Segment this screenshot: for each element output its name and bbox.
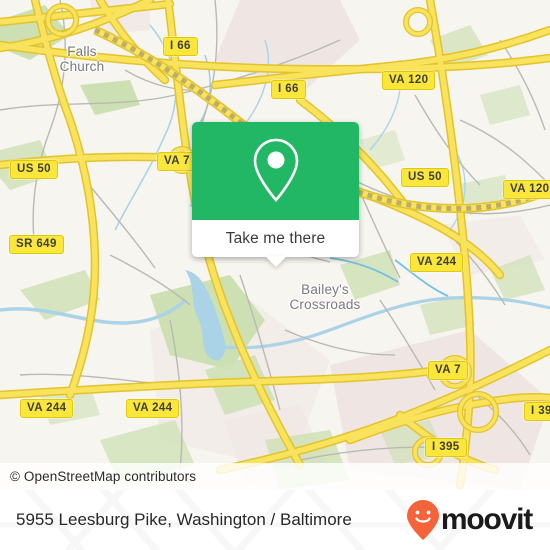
shield-va-244-west: VA 244 xyxy=(126,399,180,418)
shield-va-120-north: VA 120 xyxy=(382,71,436,90)
shield-va-120-south: VA 120 xyxy=(503,180,550,199)
shield-i-66-east: I 66 xyxy=(271,80,306,99)
moovit-logo-text: moovit xyxy=(440,503,533,536)
moovit-logo[interactable]: moovit xyxy=(406,499,533,541)
shield-va-244-east: VA 244 xyxy=(410,253,464,272)
osm-attribution[interactable]: © OpenStreetMap contributors xyxy=(0,463,550,490)
popup-tail-pointer xyxy=(264,256,287,267)
shield-i-395-south: I 395 xyxy=(425,438,467,457)
shield-sr-649: SR 649 xyxy=(9,235,64,254)
osm-attribution-text: © OpenStreetMap contributors xyxy=(10,469,197,484)
map-canvas[interactable]: Falls Church Bailey's Crossroads I 66 I … xyxy=(0,0,550,490)
moovit-pin-icon xyxy=(406,500,439,540)
shield-va-244-far-west: VA 244 xyxy=(20,399,74,418)
map-screenshot: Falls Church Bailey's Crossroads I 66 I … xyxy=(0,0,550,550)
shield-i-395-east: I 395 xyxy=(524,402,550,421)
shield-va-7-north: VA 7 xyxy=(157,152,197,171)
shield-us-50-west: US 50 xyxy=(10,160,58,179)
shield-i-66-west: I 66 xyxy=(163,37,198,56)
bottom-info-bar: 5955 Leesburg Pike, Washington / Baltimo… xyxy=(0,490,550,550)
shield-us-50-east: US 50 xyxy=(401,168,449,187)
popup-cta-label: Take me there xyxy=(225,229,326,247)
map-pin-icon xyxy=(253,138,298,202)
address-label: 5955 Leesburg Pike, Washington / Baltimo… xyxy=(16,510,352,529)
shield-va-7-south: VA 7 xyxy=(428,361,468,380)
popup-cta[interactable]: Take me there xyxy=(192,220,359,267)
destination-popup-card[interactable]: Take me there xyxy=(192,122,359,267)
popup-pin-panel xyxy=(192,122,359,220)
